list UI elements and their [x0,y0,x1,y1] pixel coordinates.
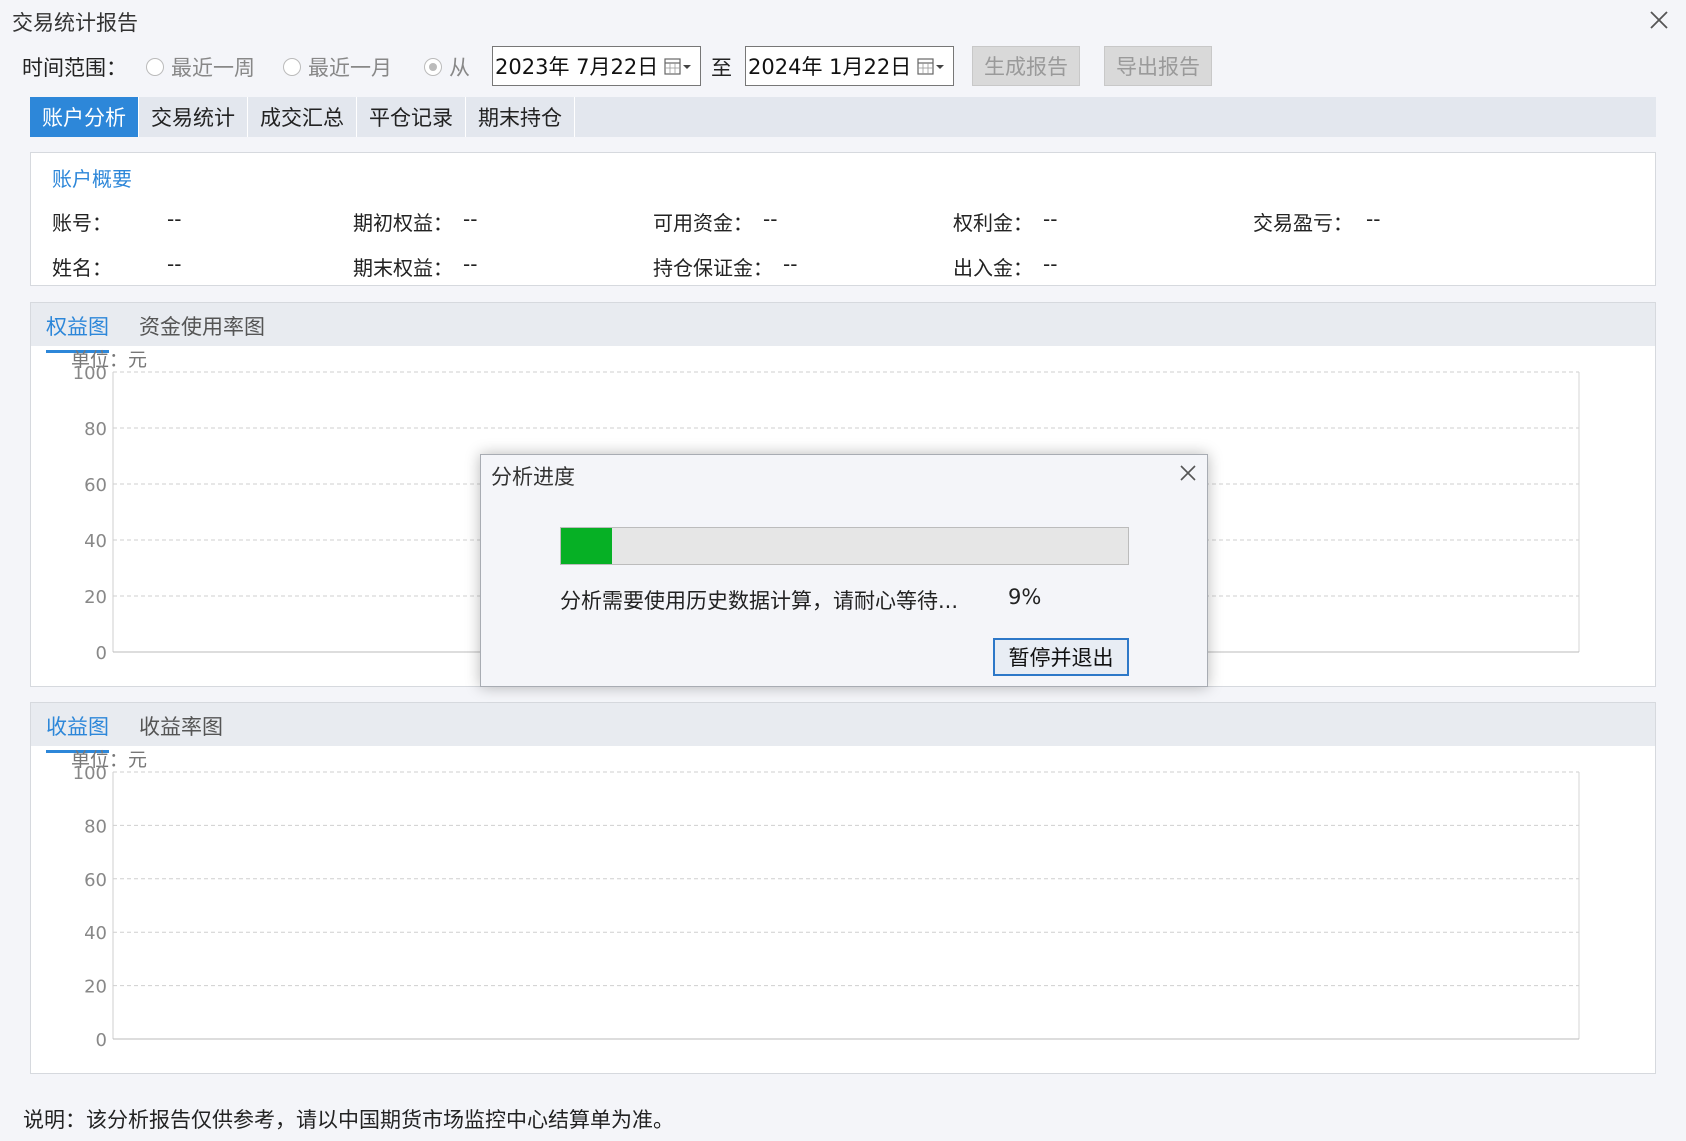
tab-profit-rate-chart[interactable]: 收益率图 [139,711,223,741]
field-label: 账号： [52,211,112,235]
export-report-button[interactable]: 导出报告 [1104,46,1212,86]
main-tab-bar: 账户分析 交易统计 成交汇总 平仓记录 期末持仓 [30,97,1656,137]
summary-title: 账户概要 [52,167,132,191]
field-value: -- [463,207,478,231]
end-date-picker[interactable]: 2024年 1月22日 [745,46,954,86]
window-titlebar: 交易统计报告 [0,0,1686,40]
radio-label: 最近一月 [308,56,392,80]
progress-bar [560,527,1129,565]
field-value: -- [1366,207,1381,231]
end-date-value: 2024年 1月22日 [748,55,912,79]
start-date-value: 2023年 7月22日 [495,55,659,79]
analysis-progress-dialog: 分析进度 分析需要使用历史数据计算，请耐心等待... 9% 暂停并退出 [480,454,1208,687]
field-value: -- [167,252,182,276]
y-tick-label: 60 [84,870,107,891]
y-tick-label: 60 [84,475,107,496]
y-tick-label: 40 [84,923,107,944]
radio-indicator[interactable] [146,58,164,76]
equity-chart-tabs: 权益图 资金使用率图 [31,303,1655,353]
generate-report-button[interactable]: 生成报告 [972,46,1080,86]
tab-account-analysis[interactable]: 账户分析 [30,97,139,137]
calendar-dropdown-icon[interactable] [917,57,945,77]
to-label: 至 [711,56,732,80]
field-value: -- [1043,207,1058,231]
y-tick-label: 80 [84,816,107,837]
close-icon[interactable] [1177,462,1199,484]
pause-exit-button[interactable]: 暂停并退出 [993,638,1129,676]
field-label: 期末权益： [353,256,453,280]
tab-fill-summary[interactable]: 成交汇总 [248,97,357,137]
radio-last-week[interactable]: 最近一周 [146,44,255,90]
field-value: -- [463,252,478,276]
progress-message: 分析需要使用历史数据计算，请耐心等待... [560,589,959,613]
radio-last-month[interactable]: 最近一月 [283,44,392,90]
profit-chart: 单位：元100806040200 [71,749,1580,1051]
disclaimer-note: 说明：该分析报告仅供参考，请以中国期货市场监控中心结算单为准。 [23,1108,674,1132]
field-initial-equity: 期初权益： -- [353,207,477,236]
date-range-toolbar: 时间范围： 最近一周 最近一月 从 2023年 7月22日 至 2024年 1月… [0,44,1686,90]
field-label: 交易盈亏： [1253,211,1353,235]
radio-indicator[interactable] [283,58,301,76]
start-date-picker[interactable]: 2023年 7月22日 [492,46,701,86]
tab-ending-positions[interactable]: 期末持仓 [466,97,575,137]
y-tick-label: 20 [84,977,107,998]
y-tick-label: 20 [84,587,107,608]
profit-chart-tabs: 收益图 收益率图 [31,703,1655,753]
y-tick-label: 40 [84,531,107,552]
tab-trade-statistics[interactable]: 交易统计 [139,97,248,137]
radio-from[interactable]: 从 [424,44,470,90]
y-tick-label: 80 [84,419,107,440]
progress-fill [561,528,613,564]
calendar-dropdown-icon[interactable] [664,57,692,77]
field-trade-pnl: 交易盈亏： -- [1253,207,1380,236]
tab-fund-usage-chart[interactable]: 资金使用率图 [139,311,265,341]
field-label: 持仓保证金： [653,256,773,280]
y-tick-label: 100 [73,363,107,384]
tab-profit-chart[interactable]: 收益图 [46,711,109,753]
field-ending-equity: 期末权益： -- [353,252,477,281]
radio-label: 最近一周 [171,56,255,80]
field-position-margin: 持仓保证金： -- [653,252,797,281]
field-value: -- [167,207,182,231]
range-label: 时间范围： [22,56,127,80]
close-icon[interactable] [1646,7,1672,33]
profit-chart-panel: 收益图 收益率图 单位：元 100 80 60 40 20 0 [30,702,1656,1074]
field-deposit-withdrawal: 出入金： -- [953,252,1057,281]
field-available-funds: 可用资金： -- [653,207,777,236]
radio-label: 从 [449,56,470,80]
progress-percent: 9% [1008,585,1042,609]
account-summary-panel: 账户概要 账号： -- 期初权益： -- 可用资金： -- 权利金： -- 交易… [30,152,1656,286]
field-premium: 权利金： -- [953,207,1057,236]
y-tick-label: 0 [96,1030,107,1051]
field-label: 出入金： [953,256,1033,280]
field-label: 权利金： [953,211,1033,235]
radio-indicator[interactable] [424,58,442,76]
field-value: -- [763,207,778,231]
field-value: -- [1043,252,1058,276]
field-account: 账号： -- [52,207,181,236]
y-tick-label: 100 [73,763,107,784]
field-value: -- [783,252,798,276]
field-label: 姓名： [52,256,112,280]
field-label: 可用资金： [653,211,753,235]
dialog-title: 分析进度 [491,465,575,489]
y-tick-label: 0 [96,643,107,664]
field-name: 姓名： -- [52,252,181,281]
field-label: 期初权益： [353,211,453,235]
window-title: 交易统计报告 [12,11,138,35]
tab-close-records[interactable]: 平仓记录 [357,97,466,137]
tab-equity-chart[interactable]: 权益图 [46,311,109,353]
